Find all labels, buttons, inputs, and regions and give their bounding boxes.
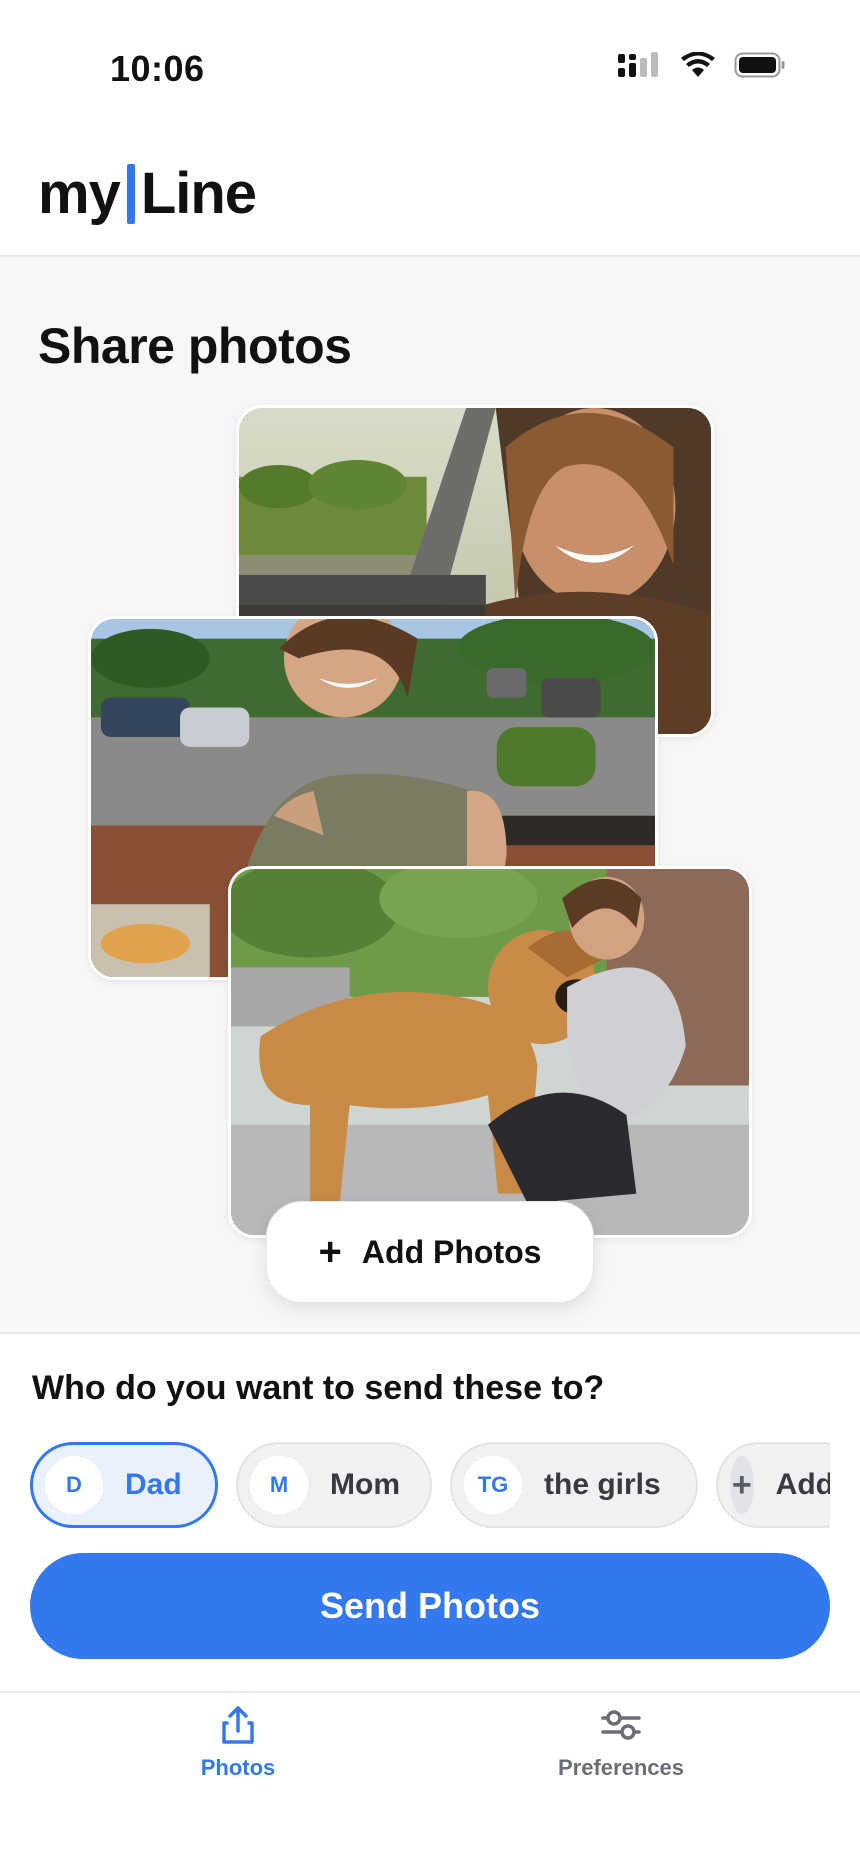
recipients-section: Who do you want to send these to? D Dad … (0, 1334, 860, 1691)
recipients-title: Who do you want to send these to? (32, 1369, 605, 1407)
recipient-chip-the-girls[interactable]: TG the girls (450, 1442, 698, 1528)
recipient-chips: D Dad M Mom TG the girls + Add (30, 1442, 830, 1532)
chip-label: the girls (544, 1468, 661, 1501)
recipient-chip-mom[interactable]: M Mom (236, 1442, 432, 1528)
tab-bar: Photos Preferences (0, 1691, 860, 1870)
tab-photos[interactable]: Photos (128, 1705, 348, 1781)
chip-label: Add (775, 1468, 830, 1501)
sliders-icon (601, 1710, 641, 1740)
chip-label: Mom (330, 1468, 400, 1501)
add-photos-label: Add Photos (361, 1233, 542, 1270)
logo-text-line: Line (140, 161, 257, 226)
status-time: 10:06 (110, 48, 205, 89)
share-photos-section: Share photos + Add Photos (0, 257, 860, 1334)
add-recipient-chip[interactable]: + Add (716, 1442, 830, 1528)
chip-label: Dad (125, 1468, 182, 1501)
share-upload-icon (222, 1706, 254, 1744)
recipient-chip-dad[interactable]: D Dad (30, 1442, 218, 1528)
tab-preferences[interactable]: Preferences (511, 1705, 731, 1781)
tab-label: Preferences (558, 1755, 684, 1780)
app-header: my Line (0, 140, 860, 257)
wifi-icon (681, 52, 715, 77)
add-photos-button[interactable]: + Add Photos (266, 1201, 594, 1303)
logo-cursor-bar (126, 163, 135, 224)
woman-with-dog-photo[interactable] (228, 866, 752, 1238)
mylin-logo: my Line (38, 160, 257, 227)
battery-icon (734, 52, 785, 78)
plus-icon: + (730, 1456, 754, 1514)
status-icons (618, 52, 786, 78)
avatar: TG (464, 1456, 522, 1514)
tab-label: Photos (200, 1755, 276, 1780)
page-title: Share photos (38, 318, 352, 374)
avatar: D (45, 1456, 103, 1514)
logo-text-my: my (38, 161, 121, 226)
plus-icon: + (318, 1230, 342, 1274)
send-photos-button[interactable]: Send Photos (30, 1553, 830, 1659)
avatar: M (250, 1456, 308, 1514)
cellular-signal-icon (618, 52, 658, 77)
status-bar: 10:06 (0, 0, 860, 140)
